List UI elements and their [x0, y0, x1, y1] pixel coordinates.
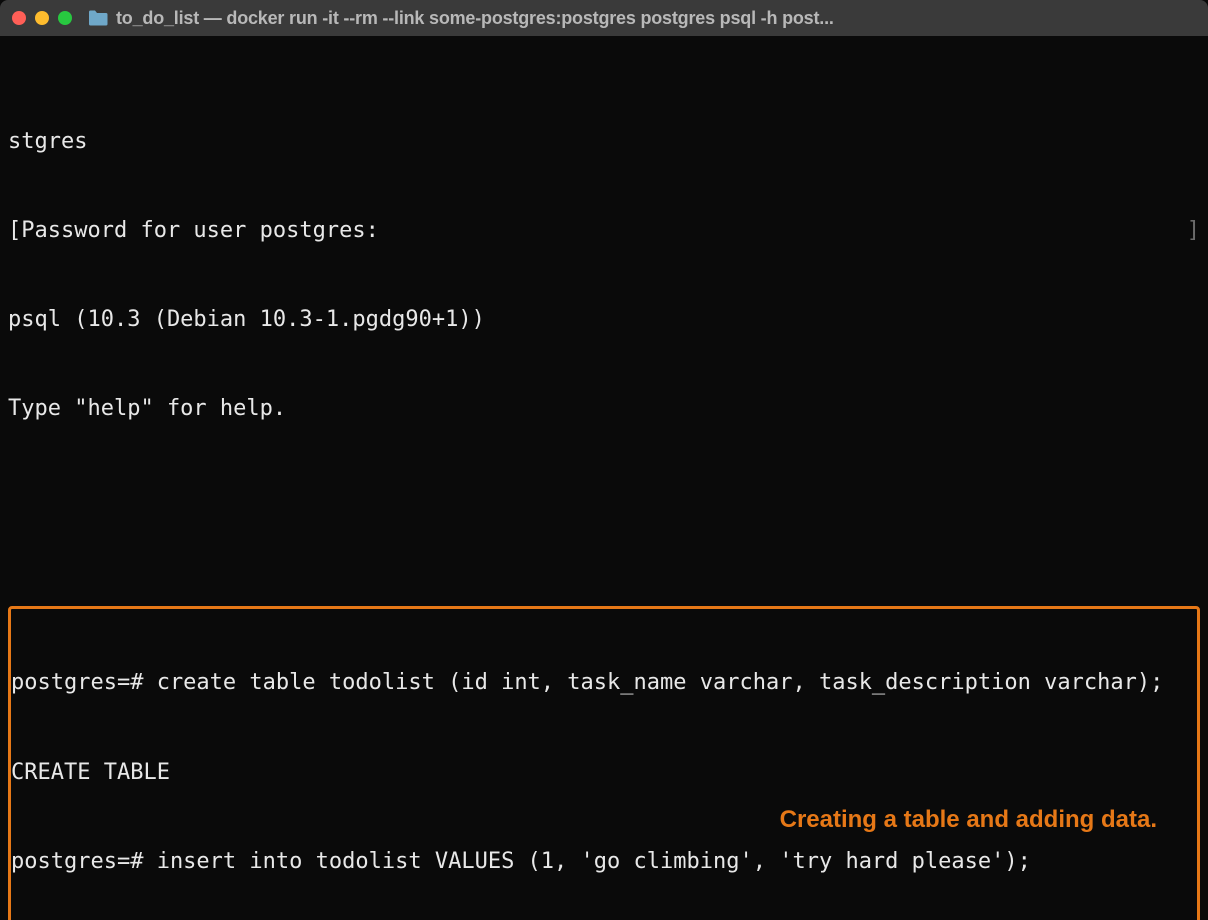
terminal-line: [Password for user postgres:]	[8, 216, 1200, 246]
terminal-line: postgres=# create table todolist (id int…	[11, 668, 1197, 698]
terminal-window: to_do_list — docker run -it --rm --link …	[0, 0, 1208, 920]
terminal-line: Type "help" for help.	[8, 394, 1200, 424]
window-titlebar[interactable]: to_do_list — docker run -it --rm --link …	[0, 0, 1208, 36]
window-title: to_do_list — docker run -it --rm --link …	[116, 8, 1196, 29]
terminal-line: psql (10.3 (Debian 10.3-1.pgdg90+1))	[8, 305, 1200, 335]
terminal-line	[8, 483, 1200, 513]
terminal-body[interactable]: stgres [Password for user postgres:] psq…	[0, 36, 1208, 920]
close-button[interactable]	[12, 11, 26, 25]
terminal-line: stgres	[8, 127, 1200, 157]
annotation-label-1: Creating a table and adding data.	[780, 804, 1157, 836]
traffic-lights	[12, 11, 72, 25]
minimize-button[interactable]	[35, 11, 49, 25]
zoom-button[interactable]	[58, 11, 72, 25]
annotation-box-1: postgres=# create table todolist (id int…	[8, 606, 1200, 920]
terminal-line: CREATE TABLE	[11, 758, 1197, 788]
terminal-line: postgres=# insert into todolist VALUES (…	[11, 847, 1197, 877]
folder-icon	[88, 10, 108, 26]
